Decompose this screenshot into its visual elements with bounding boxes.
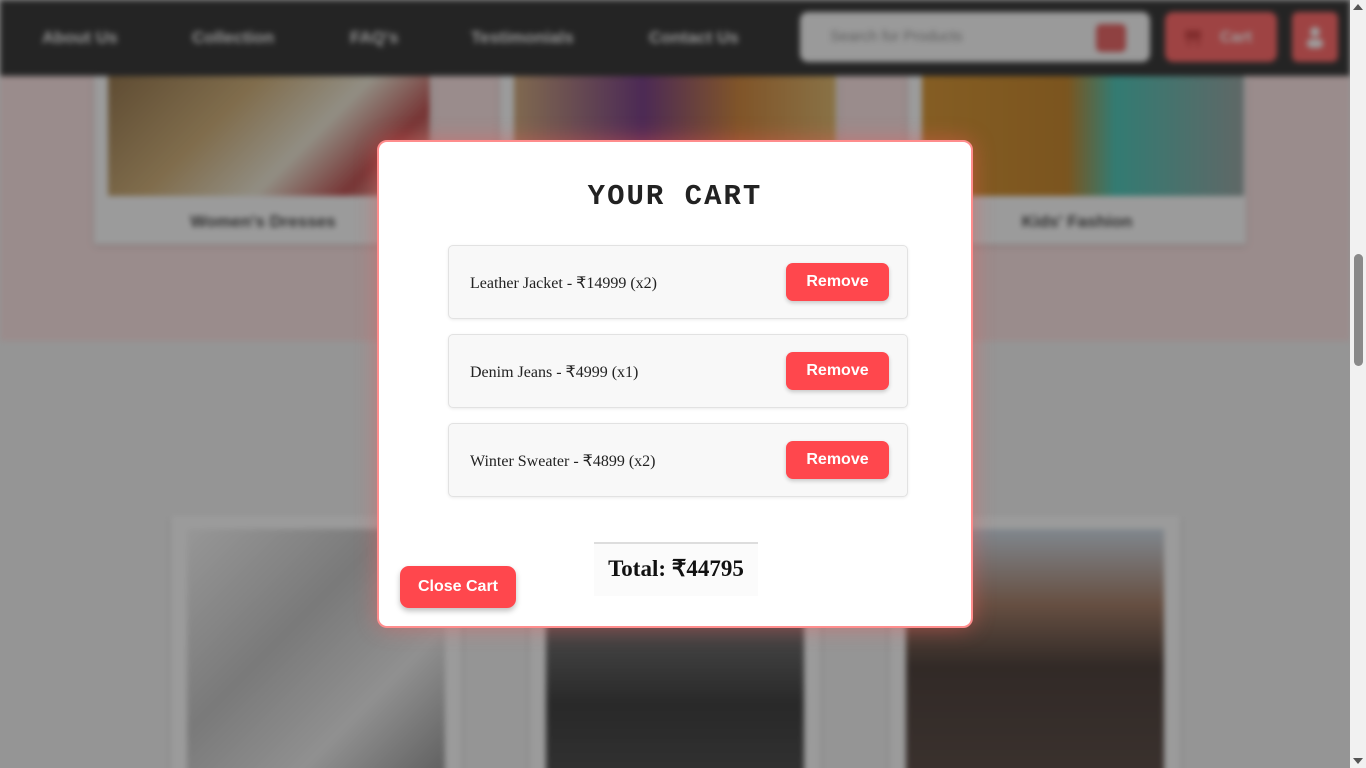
cart-item: Winter Sweater - ₹4899 (x2) Remove	[448, 423, 908, 497]
remove-button[interactable]: Remove	[786, 441, 889, 479]
cart-item-text: Leather Jacket - ₹14999 (x2)	[470, 275, 657, 292]
cart-modal: YOUR CART Leather Jacket - ₹14999 (x2) R…	[377, 140, 973, 628]
scrollbar-thumb[interactable]	[1354, 254, 1363, 366]
cart-total: Total: ₹44795	[594, 542, 758, 596]
cart-title: YOUR CART	[587, 180, 763, 213]
remove-button[interactable]: Remove	[786, 352, 889, 390]
cart-item: Leather Jacket - ₹14999 (x2) Remove	[448, 245, 908, 319]
cart-total-text: Total: ₹44795	[608, 556, 744, 581]
scroll-down-arrow-icon[interactable]	[1353, 758, 1363, 764]
scrollbar[interactable]	[1350, 0, 1366, 768]
scroll-up-arrow-icon[interactable]	[1353, 4, 1363, 10]
cart-item: Denim Jeans - ₹4999 (x1) Remove	[448, 334, 908, 408]
close-cart-button[interactable]: Close Cart	[400, 566, 516, 608]
cart-item-text: Winter Sweater - ₹4899 (x2)	[470, 453, 656, 470]
remove-button[interactable]: Remove	[786, 263, 889, 301]
cart-item-text: Denim Jeans - ₹4999 (x1)	[470, 364, 639, 381]
